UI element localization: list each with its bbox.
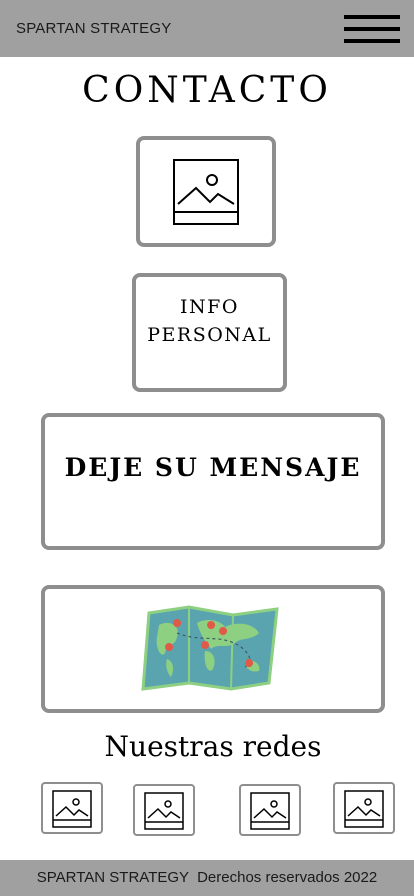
top-bar: SPARTAN STRATEGY (0, 0, 414, 57)
page-title: CONTACTO (82, 70, 332, 111)
image-placeholder-icon (144, 792, 184, 830)
personal-info-label: INFO PERSONAL (136, 293, 283, 349)
menu-line (344, 27, 400, 31)
footer-bar: SPARTAN STRATEGY Derechos reservados 202… (0, 860, 414, 896)
brand-name[interactable]: SPARTAN STRATEGY (16, 20, 171, 37)
info-line-1: INFO (180, 296, 239, 318)
social-link-2[interactable] (133, 784, 195, 836)
profile-photo-box[interactable] (136, 136, 276, 247)
image-placeholder-icon (344, 790, 384, 828)
menu-line (344, 39, 400, 43)
personal-info-button[interactable]: INFO PERSONAL (132, 273, 287, 392)
image-placeholder-icon (52, 790, 92, 828)
social-link-4[interactable] (333, 782, 395, 834)
social-networks-title: Nuestras redes (104, 730, 322, 763)
social-link-3[interactable] (239, 784, 301, 836)
world-map-icon (141, 605, 279, 691)
image-placeholder-icon (250, 792, 290, 830)
image-placeholder-icon (173, 159, 239, 225)
hamburger-menu-icon[interactable] (344, 15, 400, 45)
leave-message-label: DEJE SU MENSAJE (64, 453, 362, 482)
leave-message-box[interactable]: DEJE SU MENSAJE (41, 413, 385, 550)
info-line-2: PERSONAL (147, 324, 272, 346)
social-link-1[interactable] (41, 782, 103, 834)
menu-line (344, 15, 400, 19)
location-map-box[interactable] (41, 585, 385, 713)
footer-copyright: SPARTAN STRATEGY Derechos reservados 202… (36, 869, 378, 886)
